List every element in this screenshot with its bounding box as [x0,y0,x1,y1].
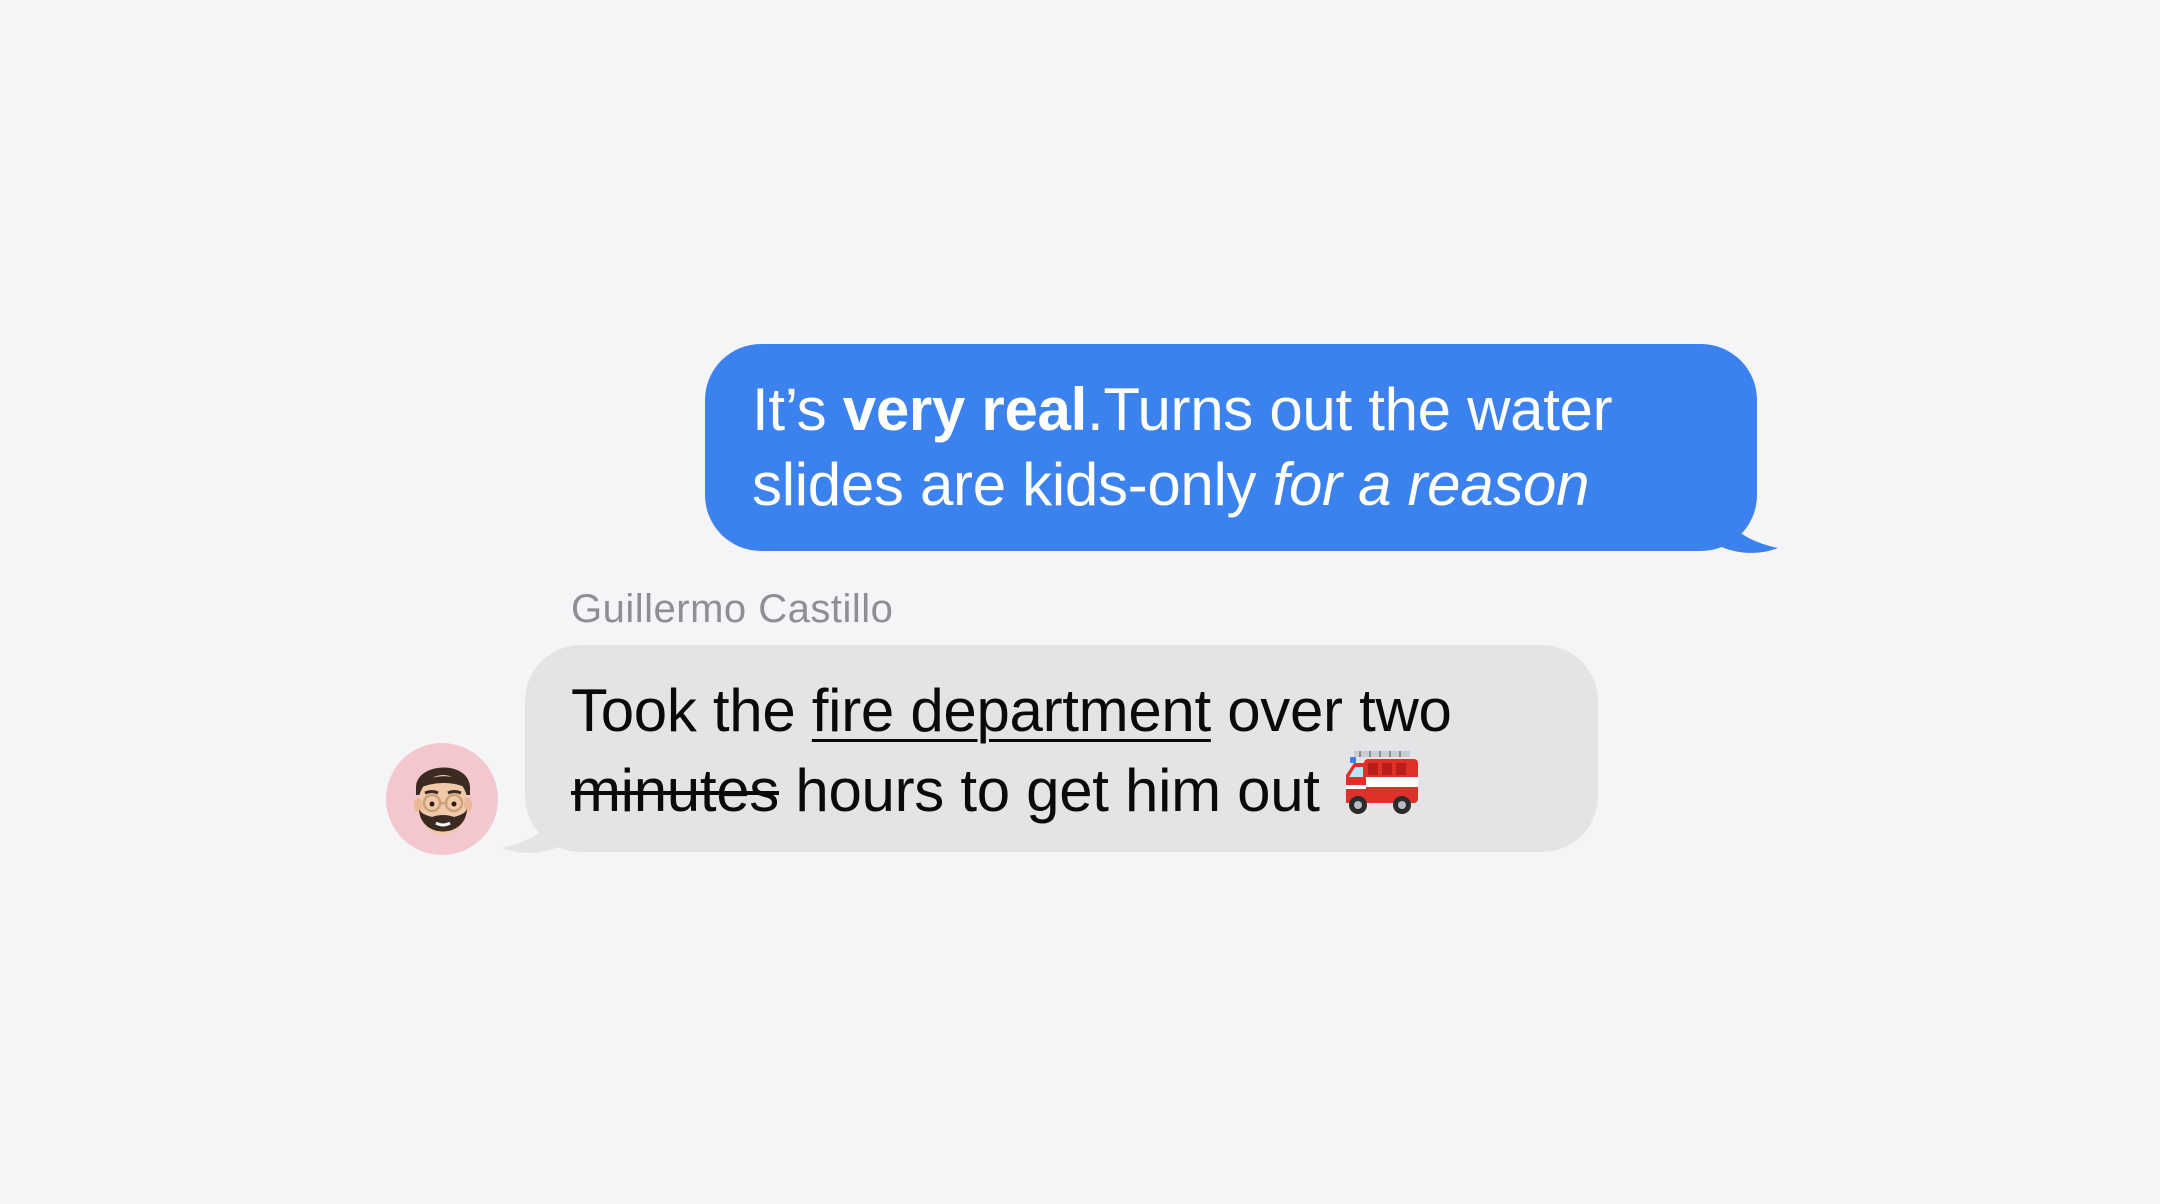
fire-engine-icon [1346,751,1419,814]
incoming-text-plain-1: Took the [571,677,812,744]
incoming-text-underline: fire department [811,677,1211,744]
incoming-text-plain-2: over two [1210,677,1452,744]
memoji-avatar-icon[interactable] [386,743,498,855]
outgoing-text-plain-1: It’s [752,376,843,443]
incoming-text-strikethrough: minutes [571,757,779,824]
messages-thread: It’s very real.Turns out the water slide… [0,0,2160,1204]
outgoing-text-italic: for a reason [1272,451,1590,518]
sender-name: Guillermo Castillo [571,587,894,631]
incoming-message-bubble[interactable]: Took the fire department over two minute… [525,645,1598,852]
incoming-text-plain-3: hours to get him out [779,757,1320,824]
outgoing-text-bold: very real [842,376,1087,443]
outgoing-message-bubble[interactable]: It’s very real.Turns out the water slide… [705,344,1757,551]
